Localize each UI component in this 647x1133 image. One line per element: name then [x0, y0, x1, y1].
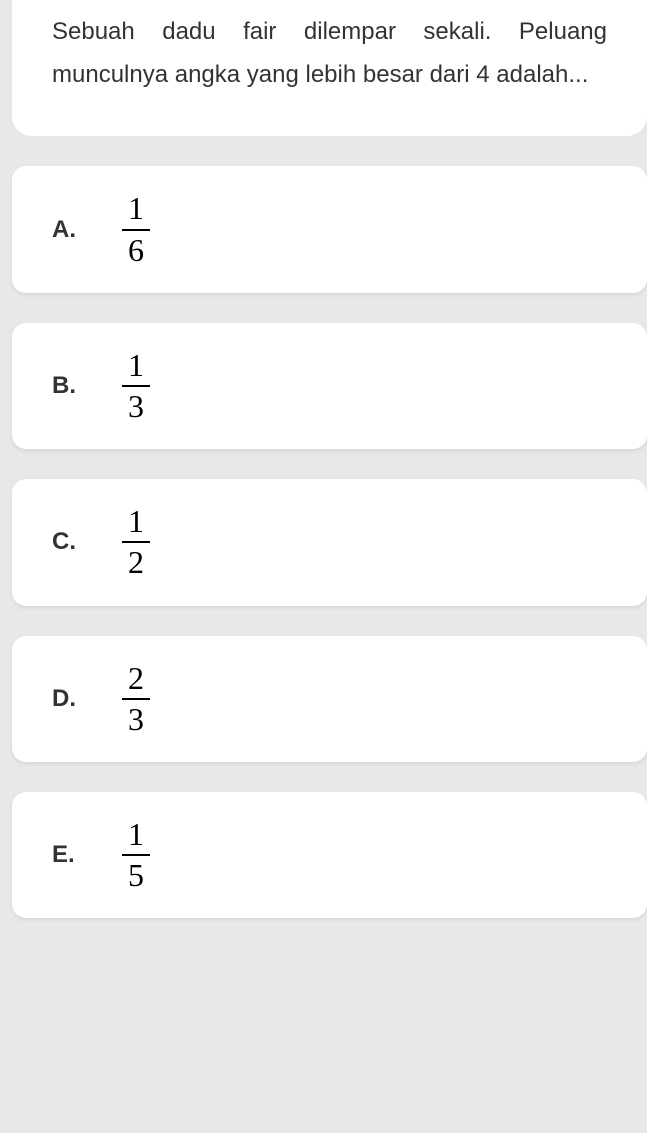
denominator-c: 2 — [122, 541, 150, 580]
denominator-b: 3 — [122, 385, 150, 424]
option-d[interactable]: D. 2 3 — [12, 636, 647, 762]
fraction-d: 2 3 — [122, 661, 150, 737]
fraction-e: 1 5 — [122, 817, 150, 893]
numerator-d: 2 — [122, 661, 150, 698]
numerator-a: 1 — [122, 191, 150, 228]
denominator-e: 5 — [122, 854, 150, 893]
option-e[interactable]: E. 1 5 — [12, 792, 647, 918]
option-label-a: A. — [52, 216, 82, 244]
denominator-d: 3 — [122, 698, 150, 737]
fraction-b: 1 3 — [122, 348, 150, 424]
option-c[interactable]: C. 1 2 — [12, 479, 647, 605]
question-card: Sebuah dadu fair dilempar sekali. Peluan… — [12, 0, 647, 136]
numerator-e: 1 — [122, 817, 150, 854]
option-label-d: D. — [52, 685, 82, 713]
option-a[interactable]: A. 1 6 — [12, 166, 647, 292]
option-label-e: E. — [52, 841, 82, 869]
question-text: Sebuah dadu fair dilempar sekali. Peluan… — [52, 10, 607, 96]
numerator-c: 1 — [122, 504, 150, 541]
fraction-c: 1 2 — [122, 504, 150, 580]
numerator-b: 1 — [122, 348, 150, 385]
denominator-a: 6 — [122, 229, 150, 268]
fraction-a: 1 6 — [122, 191, 150, 267]
option-b[interactable]: B. 1 3 — [12, 323, 647, 449]
option-label-c: C. — [52, 528, 82, 556]
option-label-b: B. — [52, 372, 82, 400]
